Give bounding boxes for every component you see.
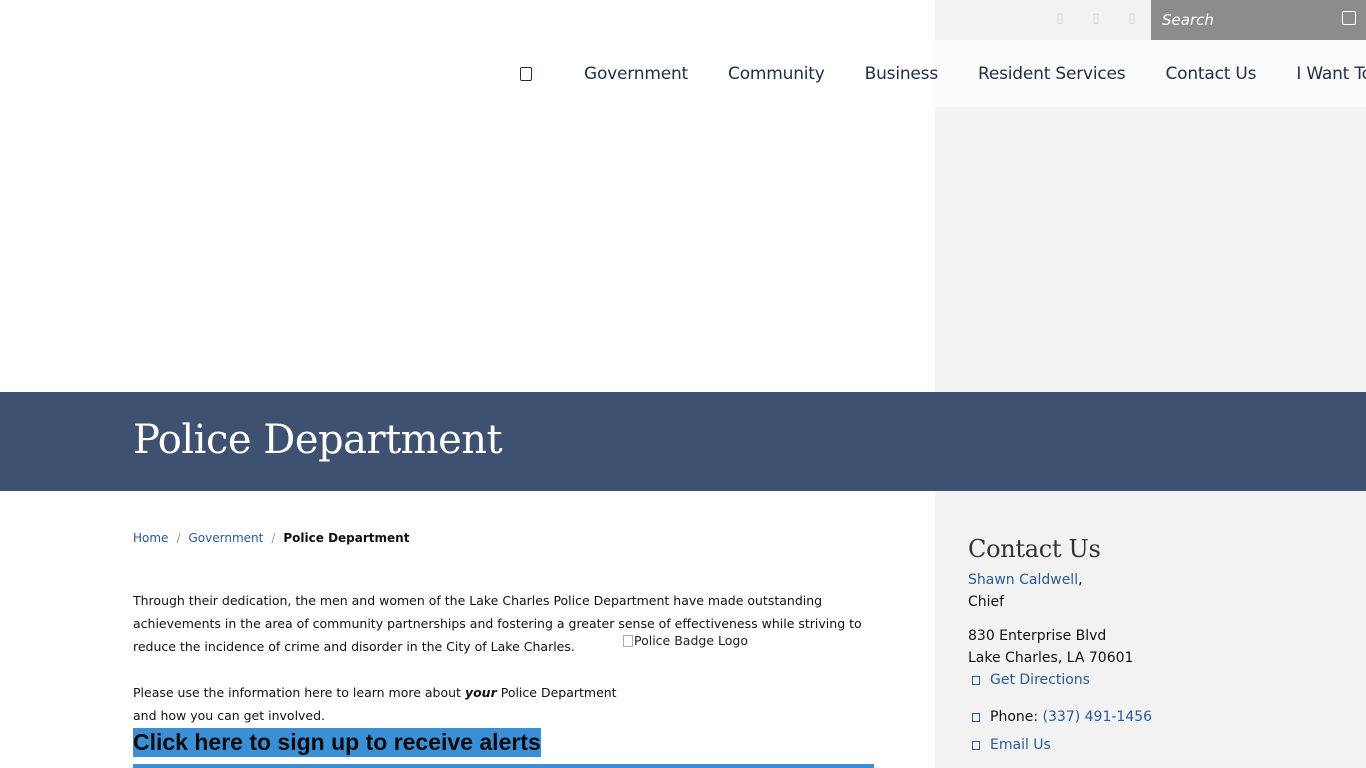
nav-item-contact-us[interactable]: Contact Us xyxy=(1165,64,1256,84)
involvement-emphasis: your xyxy=(464,685,497,700)
page-title: Police Department xyxy=(133,417,503,463)
contact-heading: Contact Us xyxy=(968,535,1101,563)
contact-title: Chief xyxy=(968,594,1005,610)
main-nav: Government Community Business Resident S… xyxy=(500,40,1366,107)
search-box xyxy=(1151,0,1366,40)
phone-link[interactable]: (337) 491-1456 xyxy=(1043,709,1153,725)
breadcrumb-home[interactable]: Home xyxy=(133,531,168,545)
involvement-text-start: Please use the information here to learn… xyxy=(133,685,465,700)
contact-email-line: Email Us xyxy=(968,734,1348,756)
nav-item-government[interactable]: Government xyxy=(584,64,688,84)
nav-item-resident-services[interactable]: Resident Services xyxy=(978,64,1126,84)
nav-item-community[interactable]: Community xyxy=(728,64,825,84)
phone-icon xyxy=(972,712,980,722)
contact-name-link[interactable]: Shawn Caldwell xyxy=(968,572,1078,588)
instagram-icon[interactable]: ▯ xyxy=(1122,8,1142,28)
police-badge-image: Police Badge Logo xyxy=(623,633,748,648)
contact-phone-line: Phone: (337) 491-1456 xyxy=(968,706,1348,728)
get-directions-link[interactable]: Get Directions xyxy=(990,672,1090,688)
contact-directions-line: Get Directions xyxy=(968,669,1348,691)
search-icon[interactable] xyxy=(1342,11,1356,25)
email-link[interactable]: Email Us xyxy=(990,737,1051,753)
alerts-signup-link[interactable]: Click here to sign up to receive alerts xyxy=(133,728,541,757)
alerts-divider-bar xyxy=(133,764,874,768)
contact-panel: Contact Us Shawn Caldwell, Chief 830 Ent… xyxy=(968,535,1348,756)
map-icon xyxy=(972,675,980,685)
breadcrumb-separator: / xyxy=(176,531,181,545)
involvement-paragraph: Please use the information here to learn… xyxy=(133,681,623,727)
nav-item-business[interactable]: Business xyxy=(865,64,939,84)
contact-address-line2: Lake Charles, LA 70601 xyxy=(968,650,1134,666)
breadcrumb-separator: / xyxy=(271,531,276,545)
facebook-icon[interactable]: ▯ xyxy=(1050,8,1070,28)
broken-image-icon xyxy=(623,634,633,647)
nav-item-i-want-to[interactable]: I Want To... xyxy=(1296,64,1366,84)
page-banner: Police Department xyxy=(0,392,1366,491)
breadcrumb-government[interactable]: Government xyxy=(188,531,263,545)
police-badge-alt-text: Police Badge Logo xyxy=(634,633,748,648)
email-icon xyxy=(972,740,980,750)
contact-address-line1: 830 Enterprise Blvd xyxy=(968,628,1107,644)
breadcrumb: Home / Government / Police Department xyxy=(133,531,409,545)
search-input[interactable] xyxy=(1151,0,1342,40)
contact-name-comma: , xyxy=(1078,572,1083,588)
twitter-icon[interactable]: ▯ xyxy=(1086,8,1106,28)
home-icon[interactable] xyxy=(520,66,532,81)
social-icons: ▯ ▯ ▯ xyxy=(1050,8,1142,28)
phone-label: Phone: xyxy=(990,709,1043,725)
contact-name-line: Shawn Caldwell, xyxy=(968,569,1348,591)
breadcrumb-current: Police Department xyxy=(283,531,410,545)
intro-paragraph: Through their dedication, the men and wo… xyxy=(133,593,862,654)
